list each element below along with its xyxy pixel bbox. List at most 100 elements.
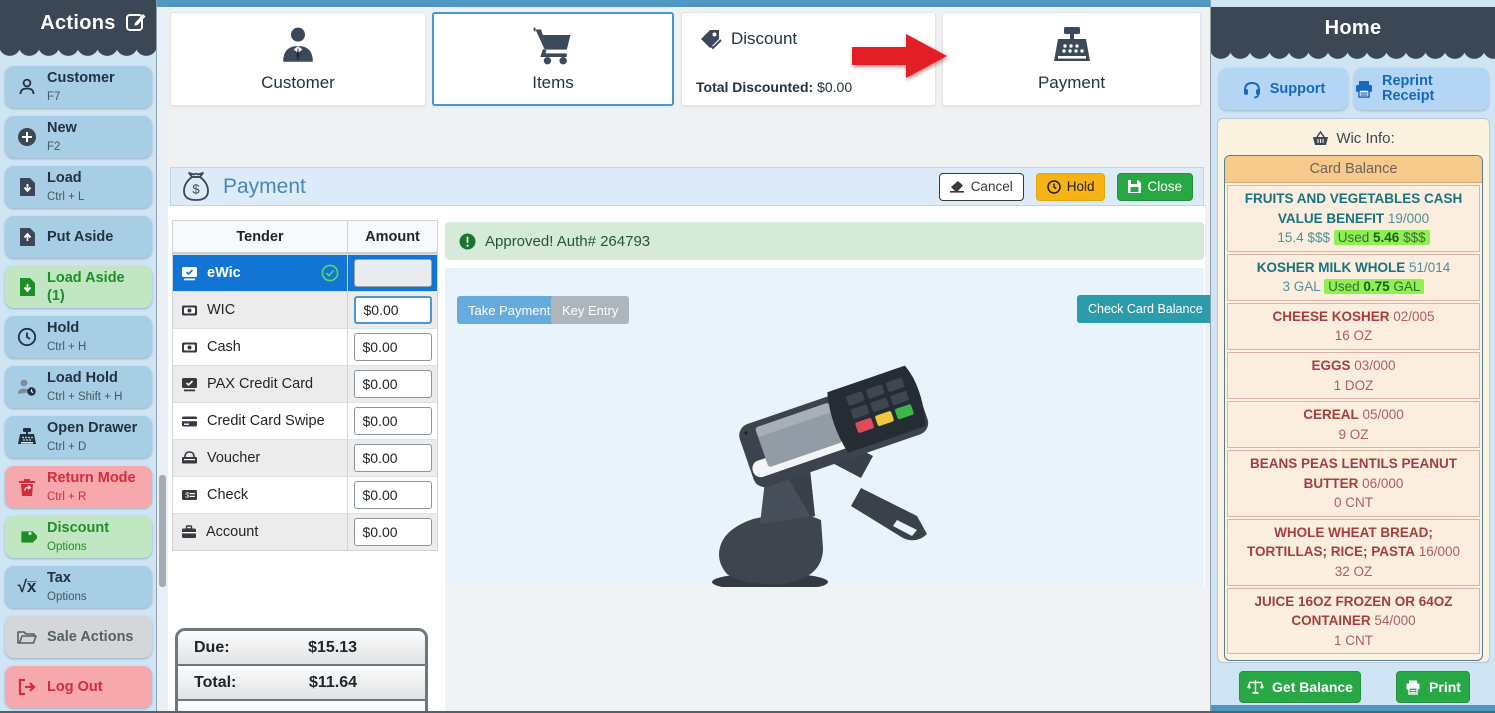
- sidebar-item-label: Hold: [47, 320, 79, 336]
- sidebar-item-shortcut: Ctrl + D: [47, 441, 86, 453]
- tender-row-cash[interactable]: Cash $0.00: [173, 328, 437, 365]
- red-arrow-annotation: [852, 30, 950, 82]
- scrollbar-thumb[interactable]: [159, 475, 166, 587]
- tender-row-check[interactable]: $ Check $0.00: [173, 476, 437, 513]
- tab-customer-label: Customer: [261, 73, 335, 93]
- check-card-balance-button[interactable]: Check Card Balance: [1077, 295, 1214, 323]
- headset-icon: [1242, 80, 1262, 99]
- wic-benefit-item: CHEESE KOSHER 02/005 16 OZ: [1227, 303, 1480, 350]
- tender-row-voucher[interactable]: Voucher $0.00: [173, 439, 437, 476]
- square-root-icon: √x̅: [15, 577, 39, 597]
- tab-customer[interactable]: Customer: [170, 12, 426, 106]
- clock-icon: [1047, 180, 1061, 194]
- print-button[interactable]: Print: [1396, 671, 1470, 703]
- get-balance-button[interactable]: Get Balance: [1239, 671, 1361, 703]
- sidebar-item-open-drawer[interactable]: Open Drawer Ctrl + D: [5, 416, 152, 458]
- key-entry-button[interactable]: Key Entry: [551, 296, 629, 324]
- amount-input[interactable]: $0.00: [354, 296, 432, 324]
- main-vertical-scrollbar[interactable]: [158, 7, 167, 713]
- sidebar-item-shortcut: F2: [47, 141, 60, 153]
- tender-row-ewic[interactable]: eWic: [173, 254, 437, 291]
- actions-sidebar: Actions CustomerF7 New F2 LoadCtrl + L Pu…: [0, 0, 157, 713]
- wic-info-title: Wic Info:: [1336, 130, 1394, 147]
- tender-column-header: Tender: [173, 221, 347, 252]
- sidebar-item-customer[interactable]: CustomerF7: [5, 66, 152, 108]
- support-button[interactable]: Support: [1219, 68, 1348, 110]
- amount-input[interactable]: $0.00: [354, 518, 432, 546]
- money-bag-icon: $: [181, 171, 211, 203]
- tender-row-account[interactable]: Account $0.00: [173, 513, 437, 550]
- reprint-receipt-button[interactable]: Reprint Receipt: [1354, 68, 1489, 110]
- sidebar-item-label: Open Drawer: [47, 420, 137, 436]
- payment-panel-header: $ Payment Cancel Hold Close: [170, 167, 1204, 206]
- sidebar-item-shortcut: Ctrl + R: [47, 491, 86, 503]
- tender-row-credit-card-swipe[interactable]: Credit Card Swipe $0.00: [173, 402, 437, 439]
- edit-icon[interactable]: [125, 11, 147, 33]
- close-button[interactable]: Close: [1117, 173, 1193, 201]
- card-terminal-icon: [181, 266, 198, 281]
- sidebar-item-load[interactable]: LoadCtrl + L: [5, 166, 152, 208]
- cash-register-icon: [15, 427, 39, 447]
- total-value: $11.64: [309, 674, 409, 692]
- sidebar-item-label: Load: [47, 170, 82, 186]
- amount-input[interactable]: $0.00: [354, 370, 432, 398]
- logout-icon: [15, 678, 39, 696]
- bottom-window-strip: [1211, 705, 1495, 713]
- due-total-box: Due: $15.13 Total: $11.64: [175, 628, 428, 713]
- sidebar-item-new[interactable]: New F2: [5, 116, 152, 158]
- sidebar-item-label: Load Hold: [47, 370, 118, 386]
- home-title: Home: [1325, 17, 1382, 40]
- person-clock-icon: [15, 377, 39, 397]
- svg-text:$: $: [192, 181, 200, 196]
- tag-icon: [15, 527, 39, 547]
- tab-items[interactable]: Items: [432, 12, 674, 106]
- sidebar-item-tax[interactable]: √x̅ TaxOptions: [5, 566, 152, 608]
- tender-label: PAX Credit Card: [207, 376, 313, 392]
- exclamation-circle-icon: [459, 233, 476, 250]
- tender-row-pax-credit-card[interactable]: PAX Credit Card $0.00: [173, 365, 437, 402]
- support-button-label: Support: [1270, 81, 1326, 97]
- file-upload-icon: [15, 227, 39, 247]
- take-payment-button[interactable]: Take Payment: [457, 296, 561, 324]
- hold-button-label: Hold: [1067, 179, 1095, 194]
- tender-label: Cash: [207, 339, 241, 355]
- sidebar-item-return-mode[interactable]: Return ModeCtrl + R: [5, 466, 152, 508]
- sidebar-item-load-hold[interactable]: Load HoldCtrl + Shift + H: [5, 366, 152, 408]
- tender-label: Credit Card Swipe: [207, 413, 325, 429]
- actions-header: Actions: [0, 0, 156, 46]
- discount-total-label: Total Discounted:: [696, 79, 813, 95]
- cancel-button[interactable]: Cancel: [939, 173, 1024, 201]
- tender-label: WIC: [207, 302, 235, 318]
- person-icon: [15, 77, 39, 97]
- tender-row-wic[interactable]: WIC $0.00: [173, 291, 437, 328]
- file-download-icon: [15, 177, 39, 197]
- amount-input[interactable]: $0.00: [354, 481, 432, 509]
- plus-circle-icon: [15, 127, 39, 147]
- card-terminal-icon: [181, 377, 198, 392]
- amount-input[interactable]: $0.00: [354, 333, 432, 361]
- cart-icon: [530, 25, 576, 67]
- hold-button[interactable]: Hold: [1036, 173, 1106, 201]
- sidebar-item-label: New: [47, 120, 77, 136]
- sidebar-item-log-out[interactable]: Log Out: [5, 666, 152, 708]
- approved-alert: Approved! Auth# 264793: [445, 222, 1204, 260]
- amount-input[interactable]: $0.00: [354, 407, 432, 435]
- credit-card-icon: [181, 415, 198, 428]
- payment-panel-title: Payment: [223, 175, 306, 199]
- home-header-scallop: [1211, 49, 1495, 59]
- scales-icon: [1247, 679, 1264, 695]
- tab-payment[interactable]: Payment: [942, 12, 1201, 106]
- banknote-icon: [181, 341, 198, 354]
- sidebar-item-load-aside[interactable]: Load Aside (1): [5, 266, 152, 308]
- sidebar-item-label: Put Aside: [47, 229, 113, 245]
- sidebar-item-hold[interactable]: HoldCtrl + H: [5, 316, 152, 358]
- wic-benefit-item: WHOLE WHEAT BREAD; TORTILLAS; RICE; PAST…: [1227, 519, 1480, 586]
- sidebar-item-discount[interactable]: DiscountOptions: [5, 516, 152, 558]
- sidebar-item-sale-actions[interactable]: Sale Actions: [5, 616, 152, 658]
- amount-input[interactable]: $0.00: [354, 444, 432, 472]
- close-button-label: Close: [1147, 179, 1182, 194]
- wic-benefit-item: CEREAL 05/000 9 OZ: [1227, 401, 1480, 448]
- sidebar-item-put-aside[interactable]: Put Aside: [5, 216, 152, 258]
- basket-icon: [1312, 131, 1329, 146]
- wic-benefit-item: JUICE 16OZ FROZEN OR 64OZ CONTAINER 54/0…: [1227, 588, 1480, 655]
